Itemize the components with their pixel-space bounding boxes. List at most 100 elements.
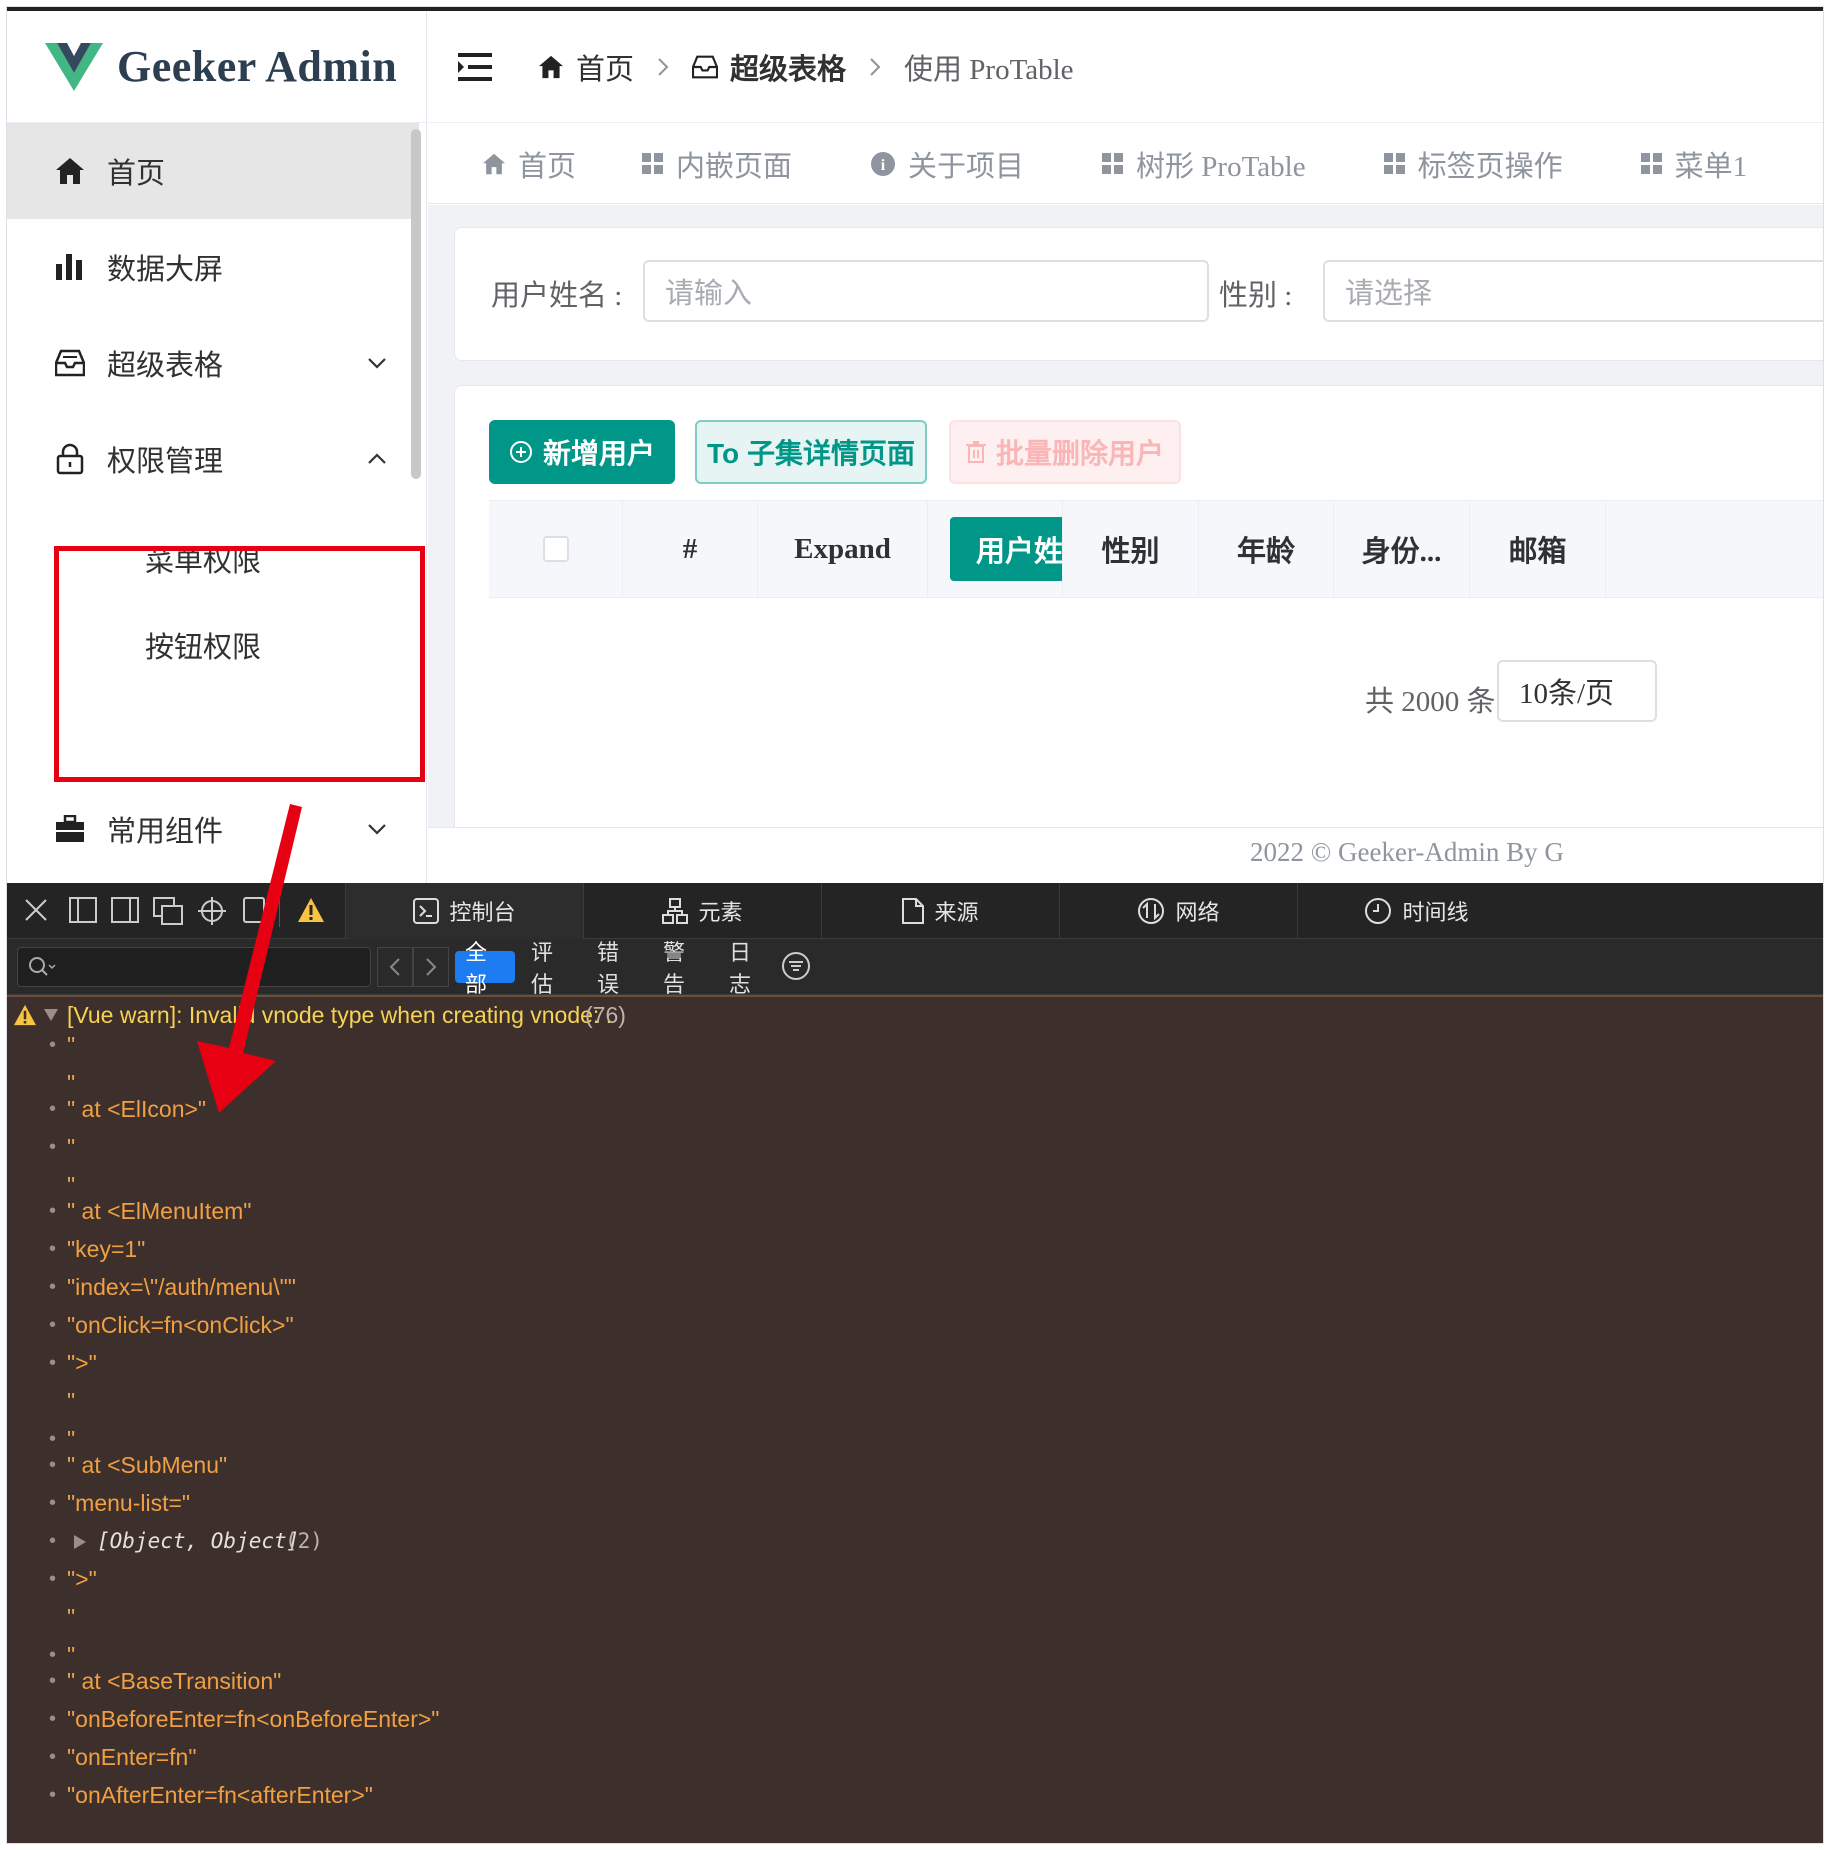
console-warning-head[interactable]: [Vue warn]: Invalid vnode type when crea… [7,999,1823,1031]
undock-icon[interactable] [153,897,183,925]
tab-tabs-ops[interactable]: 标签页操作 [1383,143,1563,185]
console-line: • "key=1" [7,1233,1823,1265]
search-card: 用户姓名 : 请输入 性别 : 请选择 [454,227,1823,361]
breadcrumb-item[interactable]: 首页 [576,46,634,88]
filter-errors[interactable]: 错误 [587,940,647,997]
filter-options-icon[interactable] [781,951,811,981]
console-line-bullet: • [49,1707,57,1730]
sidebar-item-label: 首页 [107,158,166,190]
chevron-down-icon [367,353,387,373]
file-icon [902,898,925,924]
breadcrumb-item[interactable]: 超级表格 [730,46,846,88]
grid-icon [1102,152,1124,175]
add-user-button[interactable]: 新增用户 [489,420,675,484]
sidebar-item-auth[interactable]: 权限管理 [7,411,419,507]
sidebar-item-home[interactable]: 首页 [7,123,419,219]
console-line: " [7,1385,1823,1417]
expand-triangle-icon[interactable] [73,1534,87,1550]
batch-delete-label: 批量删除用户 [995,438,1164,469]
tab-label: 首页 [518,150,577,183]
tab-home[interactable]: 首页 [482,143,576,185]
warning-count: (76) [585,1001,626,1028]
sidebar-item-data-screen[interactable]: 数据大屏 [7,219,419,315]
filter-evaluate[interactable]: 评估 [521,940,581,997]
close-icon[interactable] [23,897,49,923]
batch-delete-button[interactable]: 批量删除用户 [949,420,1181,484]
prev-arrow-icon[interactable] [377,947,413,987]
tab-embedded[interactable]: 内嵌页面 [642,143,792,185]
username-placeholder: 请输入 [665,278,753,310]
devtools-tab-label: 网络 [1175,900,1220,925]
gender-label: 性别 : [1219,280,1293,312]
tab-tree-protable[interactable]: 树形 ProTable [1102,143,1306,185]
search-icon [28,956,58,978]
devtools-tab-timeline[interactable]: 时间线 [1297,883,1535,939]
gender-select[interactable]: 请选择 [1323,260,1823,322]
filter-warnings[interactable]: 警告 [653,940,713,997]
next-arrow-icon[interactable] [413,947,449,987]
logo[interactable]: Geeker Admin [7,11,426,123]
page-size-select[interactable]: 10条/页 [1497,660,1657,722]
console-line-bullet: • [49,1643,57,1666]
console-line-text: "onEnter=fn" [67,1743,197,1770]
devtools-tab-sources[interactable]: 来源 [821,883,1059,939]
dock-side-icon[interactable] [111,897,139,923]
devtools-tab-elements[interactable]: 元素 [583,883,821,939]
console-line: • " at <ElMenuItem" [7,1195,1823,1227]
header-extra [1606,501,1823,597]
tab-menu1[interactable]: 菜单1 [1640,143,1748,185]
console-line-bullet: • [49,1567,57,1590]
devtools-tab-network[interactable]: 网络 [1059,883,1297,939]
tab-about[interactable]: i 关于项目 [870,143,1024,185]
header: 首页 超级表格 使用 ProTable [428,11,1823,123]
expand-triangle-icon[interactable] [43,1008,59,1022]
collapse-menu-icon[interactable] [458,52,492,81]
sidebar-item-pro-table[interactable]: 超级表格 [7,315,419,411]
inspect-crosshair-icon[interactable] [197,896,227,926]
home-icon [482,153,506,175]
console-line-text: " at <BaseTransition" [67,1667,282,1694]
sidebar-item-components[interactable]: 常用组件 [7,781,419,877]
username-input[interactable]: 请输入 [643,260,1209,322]
console-line-bullet: • [49,1199,57,1222]
console-line-bullet: • [49,1097,57,1120]
tab-label: 菜单1 [1674,150,1748,183]
filter-all[interactable]: 全部 [455,940,515,997]
console-line: • "index=\"/auth/menu\"" [7,1271,1823,1303]
sidebar-item-label: 常用组件 [107,816,224,848]
device-icon[interactable] [243,897,265,923]
console-line: • " at <SubMenu" [7,1449,1823,1481]
select-all-checkbox[interactable] [542,536,569,562]
select-all-checkbox-cell [489,501,623,597]
warning-icon[interactable] [297,897,325,923]
console-object[interactable]: [Object, Object] [97,1529,299,1553]
username-label: 用户姓名 : [491,280,623,312]
devtools-tab-console[interactable]: 控制台 [345,883,583,939]
trash-icon [965,441,986,463]
screenshot-frame: Geeker Admin 首页 数据大屏 超级表格 权限管理 菜单权限 按钮权限… [6,6,1824,1844]
console-line: " [7,1601,1823,1633]
breadcrumb-item-current: 使用 ProTable [904,53,1074,86]
to-detail-button[interactable]: To 子集详情页面 [695,420,927,484]
dock-bottom-icon[interactable] [69,897,97,923]
console-line-bullet: • [49,1669,57,1692]
header-username[interactable]: 用户姓名 [950,517,1062,581]
home-icon [538,55,564,79]
grid-icon [1640,152,1663,175]
header-expand: Expand [758,501,928,597]
console-line: • ">" [7,1563,1823,1595]
filter-logs[interactable]: 日志 [719,940,779,997]
elements-icon [662,898,689,924]
console-search-input[interactable] [17,947,371,987]
sidebar-scrollbar[interactable] [411,129,421,479]
console-filter-bar: 全部 评估 错误 警告 日志 [7,939,1823,997]
info-icon: i [870,151,896,177]
devtools-tab-label: 时间线 [1402,900,1469,925]
tab-label: 关于项目 [908,150,1025,183]
console-object-count: (2) [285,1529,323,1553]
console-line-text: " at <SubMenu" [67,1451,228,1478]
console-icon [413,898,440,924]
bar-chart-icon [53,250,87,284]
annotation-highlight-box [54,546,425,782]
console-line-bullet: • [49,1453,57,1476]
